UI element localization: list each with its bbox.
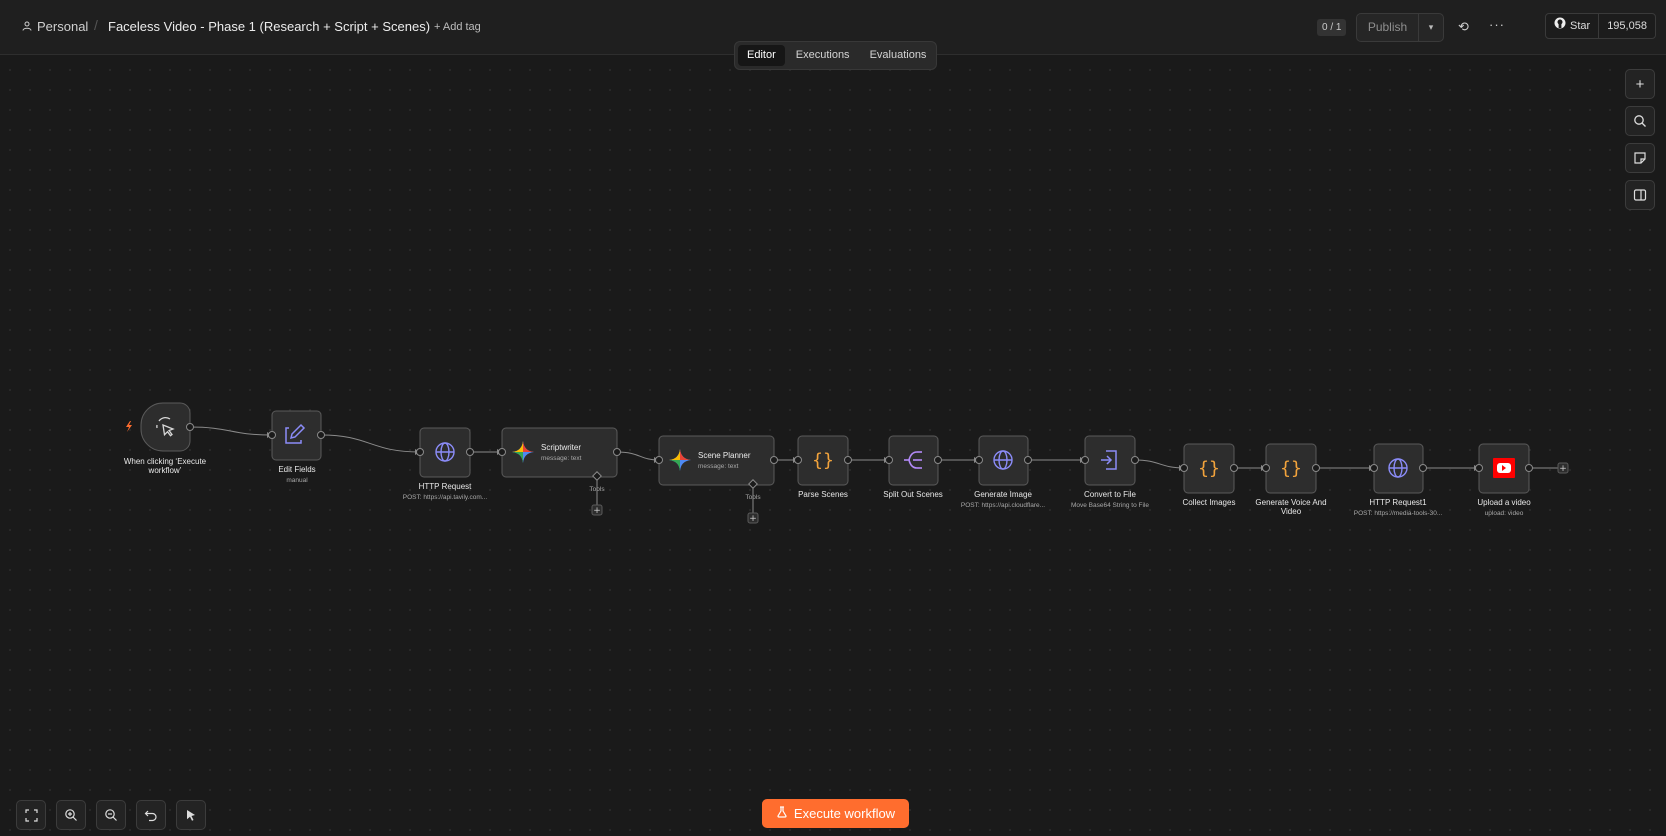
- canvas-zoom-toolbar: [16, 800, 206, 830]
- workflow-canvas[interactable]: When clicking ‘Execute workflow’ Edit Fi…: [0, 0, 1666, 836]
- tools-label: Tools: [589, 486, 605, 493]
- node-label: When clicking ‘Execute: [124, 457, 207, 466]
- node-label: Convert to File: [1084, 490, 1137, 499]
- input-handle[interactable]: [268, 431, 276, 439]
- connection-line: [320, 434, 421, 453]
- plus-icon: +: [749, 514, 757, 524]
- flask-icon: [776, 806, 788, 821]
- node-subtitle: message: text: [541, 455, 582, 462]
- canvas-right-toolbar: +: [1625, 69, 1655, 210]
- node-http-request1[interactable]: HTTP Request1 POST: https://media-tools-…: [1354, 443, 1443, 517]
- input-handle[interactable]: [1180, 464, 1188, 472]
- add-node-icon[interactable]: +: [1625, 69, 1655, 99]
- node-scriptwriter[interactable]: Scriptwriter message: text: [501, 427, 618, 478]
- node-label: Parse Scenes: [798, 490, 848, 499]
- node-label: Edit Fields: [278, 465, 315, 474]
- node-subtitle: message: text: [698, 463, 739, 470]
- input-handle[interactable]: [1262, 464, 1270, 472]
- node-subtitle: POST: https://media-tools-30...: [1354, 510, 1443, 517]
- code-icon: {}: [1280, 458, 1302, 479]
- node-subtitle: Move Base64 String to File: [1071, 502, 1149, 509]
- output-handle[interactable]: [186, 423, 194, 431]
- output-handle[interactable]: [466, 448, 474, 456]
- node-label-line2: Video: [1281, 507, 1302, 516]
- input-handle[interactable]: [416, 448, 424, 456]
- execute-workflow-label: Execute workflow: [793, 806, 896, 821]
- output-handle[interactable]: [770, 456, 778, 464]
- execute-workflow-button[interactable]: Execute workflow: [762, 799, 909, 828]
- input-handle[interactable]: [655, 456, 663, 464]
- node-generate-voice-video[interactable]: {} Generate Voice And Video: [1255, 443, 1327, 516]
- node-manual-trigger[interactable]: When clicking ‘Execute workflow’: [124, 402, 207, 475]
- node-label: Generate Image: [974, 490, 1032, 499]
- node-split-out-scenes[interactable]: Split Out Scenes: [883, 435, 943, 499]
- node-label-line2: workflow’: [148, 466, 182, 475]
- input-handle[interactable]: [975, 456, 983, 464]
- code-icon: {}: [812, 450, 834, 471]
- panel-toggle-icon[interactable]: [1625, 180, 1655, 210]
- code-icon: {}: [1198, 458, 1220, 479]
- output-handle[interactable]: [1419, 464, 1427, 472]
- node-label: Generate Voice And: [1255, 498, 1326, 507]
- zoom-in-icon[interactable]: [56, 800, 86, 830]
- node-label: HTTP Request1: [1369, 498, 1427, 507]
- node-http-request[interactable]: HTTP Request POST: https://api.tavily.co…: [403, 427, 488, 501]
- node-convert-to-file[interactable]: Convert to File Move Base64 String to Fi…: [1071, 435, 1149, 509]
- node-parse-scenes[interactable]: {} Parse Scenes: [797, 435, 849, 499]
- connection-line: [1134, 459, 1185, 469]
- zoom-out-icon[interactable]: [96, 800, 126, 830]
- undo-icon[interactable]: [136, 800, 166, 830]
- node-label: Scene Planner: [698, 451, 751, 460]
- node-edit-fields[interactable]: Edit Fields manual: [271, 410, 322, 484]
- output-handle[interactable]: [1312, 464, 1320, 472]
- node-label: Scriptwriter: [541, 443, 581, 452]
- node-upload-video[interactable]: Upload a video upload: video: [1477, 443, 1531, 517]
- search-icon[interactable]: [1625, 106, 1655, 136]
- plus-icon: +: [1559, 464, 1567, 474]
- connection-line: [189, 426, 273, 436]
- output-handle[interactable]: [1131, 456, 1139, 464]
- node-scene-planner[interactable]: Scene Planner message: text: [658, 435, 775, 486]
- node-subtitle: upload: video: [1485, 510, 1524, 517]
- output-handle[interactable]: [934, 456, 942, 464]
- node-label: Upload a video: [1477, 498, 1531, 507]
- output-handle[interactable]: [844, 456, 852, 464]
- input-handle[interactable]: [1370, 464, 1378, 472]
- sticky-note-icon[interactable]: [1625, 143, 1655, 173]
- input-handle[interactable]: [794, 456, 802, 464]
- input-handle[interactable]: [1081, 456, 1089, 464]
- output-handle[interactable]: [1024, 456, 1032, 464]
- node-generate-image[interactable]: Generate Image POST: https://api.cloudfl…: [961, 435, 1045, 509]
- tidy-up-icon[interactable]: [176, 800, 206, 830]
- output-handle[interactable]: [613, 448, 621, 456]
- node-label: HTTP Request: [419, 482, 473, 491]
- output-handle[interactable]: [1525, 464, 1533, 472]
- input-handle[interactable]: [885, 456, 893, 464]
- trigger-bolt-icon: [126, 421, 132, 432]
- connection-line: [616, 451, 660, 461]
- tools-label: Tools: [745, 494, 761, 501]
- output-handle[interactable]: [317, 431, 325, 439]
- node-subtitle: POST: https://api.cloudflare...: [961, 502, 1045, 509]
- node-collect-images[interactable]: {} Collect Images: [1183, 443, 1236, 507]
- node-subtitle: POST: https://api.tavily.com...: [403, 494, 488, 501]
- input-handle[interactable]: [1475, 464, 1483, 472]
- plus-icon: +: [593, 506, 601, 516]
- fit-view-icon[interactable]: [16, 800, 46, 830]
- node-subtitle: manual: [286, 477, 308, 484]
- output-handle[interactable]: [1230, 464, 1238, 472]
- node-label: Split Out Scenes: [883, 490, 943, 499]
- node-label: Collect Images: [1183, 498, 1236, 507]
- input-handle[interactable]: [498, 448, 506, 456]
- youtube-icon: [1493, 458, 1515, 478]
